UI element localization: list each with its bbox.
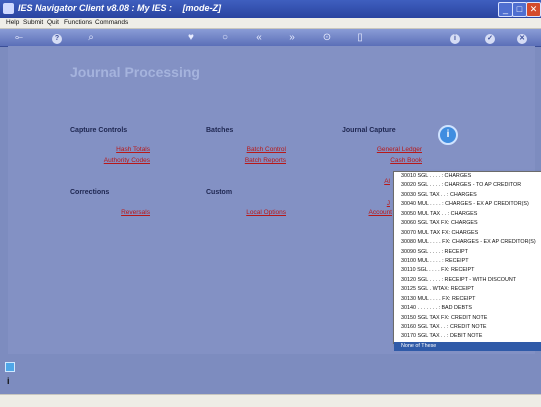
info-button[interactable]: i [438,125,458,145]
dropdown-option[interactable]: 30130 MUL . . . . FX: RECEIPT [394,295,541,304]
link-journal-partial-2[interactable]: J [370,200,390,207]
favourite-icon[interactable]: ♥ [184,31,198,44]
link-journal-partial-3[interactable]: Account [356,209,393,216]
info-glyph: i [450,34,460,44]
menu-quit[interactable]: Quit [47,18,59,28]
link-cash-book[interactable]: Cash Book [362,157,422,164]
refresh-icon[interactable]: ○ [218,31,232,44]
menu-functions[interactable]: Functions [64,18,92,28]
dropdown-option[interactable]: 30140 . . . . . . . : BAD DEBTS [394,304,541,313]
dropdown-option[interactable]: 30120 SGL . . . . : RECEIPT - WITH DISCO… [394,276,541,285]
toolbar: ⟜ ? ⌕ ♥ ○ « » ⊙ ▯ i ✓ ✕ [0,29,541,47]
dropdown-option-none[interactable]: None of These [394,341,541,352]
close-button[interactable]: ✕ [526,2,541,17]
menu-submit[interactable]: Submit [23,18,43,28]
dropdown-option[interactable]: 30100 MUL . . . . : RECEIPT [394,257,541,266]
menu-help[interactable]: Help [6,18,19,28]
window-mode-text: [mode-Z] [182,3,222,13]
record-icon[interactable]: ⊙ [320,31,334,44]
key-icon[interactable]: ⟜ [8,31,30,44]
page-icon[interactable]: ▯ [353,31,367,44]
link-reversals[interactable]: Reversals [90,209,150,216]
dropdown-option[interactable]: 30150 SGL TAX FX: CREDIT NOTE [394,314,541,323]
status-bar [0,394,541,407]
section-batches: Batches [206,127,234,134]
dropdown-option[interactable]: 30010 SGL . . . . : CHARGES [394,172,541,181]
maximize-button[interactable]: □ [512,2,527,17]
cancel-icon[interactable]: ✕ [515,31,529,44]
cancel-glyph: ✕ [517,34,527,44]
dropdown-option[interactable]: 30125 SGL . WTAX: RECEIPT [394,285,541,294]
link-local-options[interactable]: Local Options [226,209,286,216]
info-icon[interactable]: i [448,31,462,44]
dropdown-option[interactable]: 30050 MUL TAX . . : CHARGES [394,210,541,219]
link-journal-partial-1[interactable]: Al [370,178,390,185]
window-title: IES Navigator Client v8.08 : My IES : [m… [18,3,221,13]
dropdown-option[interactable]: 30040 MUL . . . . : CHARGES - EX AP CRED… [394,200,541,209]
window-title-text: IES Navigator Client v8.08 : My IES : [18,3,173,13]
link-hash-totals[interactable]: Hash Totals [90,146,150,153]
menu-commands[interactable]: Commands [95,18,128,28]
dropdown-option[interactable]: 30020 SGL . . . . : CHARGES - TO AP CRED… [394,181,541,190]
help-icon[interactable]: ? [50,31,64,44]
menu-bar: Help Submit Quit Functions Commands [0,18,541,29]
back-icon[interactable]: « [252,31,266,44]
ok-glyph: ✓ [485,34,495,44]
help-glyph: ? [52,34,62,44]
link-batch-control[interactable]: Batch Control [226,146,286,153]
dropdown-option[interactable]: 30090 SGL . . . . : RECEIPT [394,248,541,257]
link-general-ledger[interactable]: General Ledger [362,146,422,153]
dropdown-option[interactable]: 30030 SGL TAX . . : CHARGES [394,191,541,200]
journal-type-dropdown[interactable]: 30010 SGL . . . . : CHARGES 30020 SGL . .… [393,171,541,352]
side-tab-icon[interactable] [5,362,15,372]
link-batch-reports[interactable]: Batch Reports [226,157,286,164]
dropdown-option[interactable]: 30110 SGL . . . . FX: RECEIPT [394,266,541,275]
dropdown-option[interactable]: 30170 SGL TAX . . : DEBIT NOTE [394,332,541,341]
title-bar: IES Navigator Client v8.08 : My IES : [m… [0,0,541,18]
link-authority-codes[interactable]: Authority Codes [90,157,150,164]
side-info-icon[interactable]: i [7,376,10,386]
dropdown-option[interactable]: 30070 MUL TAX FX: CHARGES [394,229,541,238]
search-icon[interactable]: ⌕ [84,31,98,44]
page-title: Journal Processing [70,64,200,80]
section-journal-capture: Journal Capture [342,127,396,134]
ok-icon[interactable]: ✓ [483,31,497,44]
section-corrections: Corrections [70,189,110,196]
section-custom: Custom [206,189,233,196]
forward-icon[interactable]: » [285,31,299,44]
dropdown-option[interactable]: 30080 MUL . . . . FX: CHARGES - EX AP CR… [394,238,541,247]
dropdown-option[interactable]: 30160 SGL TAX . . : CREDIT NOTE [394,323,541,332]
app-icon [3,3,14,14]
minimize-button[interactable]: _ [498,2,513,17]
section-capture-controls: Capture Controls [70,127,128,134]
dropdown-option[interactable]: 30060 SGL TAX FX: CHARGES [394,219,541,228]
